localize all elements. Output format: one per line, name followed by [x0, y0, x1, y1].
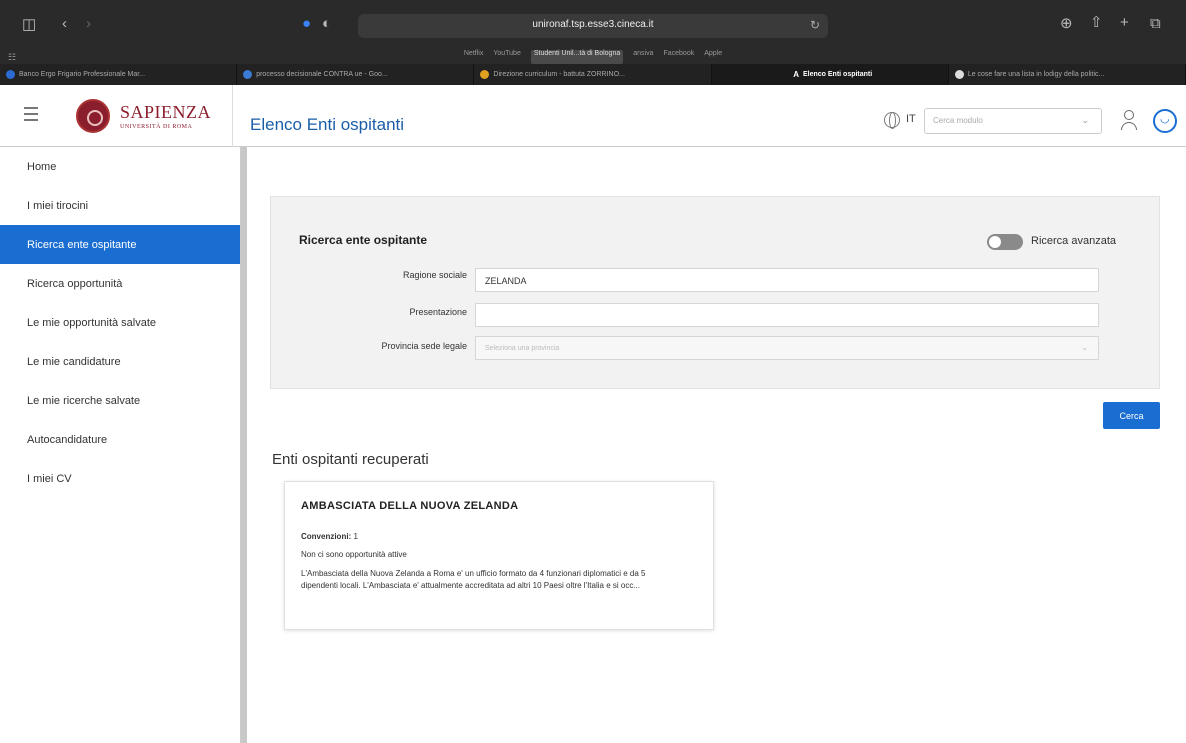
browser-chrome: ◫ ‹ › ● ◐ unironaf.tsp.esse3.cineca.it ↻… [0, 0, 1186, 85]
sidebar-item-ricerca-ente[interactable]: Ricerca ente ospitante [0, 225, 240, 264]
globe-icon[interactable] [884, 112, 900, 129]
result-card-convenzioni: Convenzioni: 1 [301, 532, 358, 541]
tab-label: Direzione curriculum - battuta ZORRINO..… [493, 71, 625, 78]
address-bar[interactable]: unironaf.tsp.esse3.cineca.it ↻ [358, 14, 828, 38]
sapienza-logo[interactable]: SAPIENZA UNIVERSITÀ DI ROMA [76, 99, 226, 135]
back-icon[interactable]: ‹ [62, 16, 67, 31]
search-panel: Ricerca ente ospitante Ricerca avanzata … [270, 196, 1160, 389]
bookmark-item[interactable]: Netflix [464, 50, 483, 64]
forward-icon[interactable]: › [86, 16, 91, 31]
ragione-sociale-value: ZELANDA [485, 276, 527, 286]
tab-favicon [954, 70, 964, 79]
tab-favicon [480, 70, 490, 79]
sidebar-item-candidature[interactable]: Le mie candidature [0, 342, 240, 381]
browser-tab[interactable]: Banco Ergo Frigario Professionale Mar... [0, 64, 238, 85]
provincia-select[interactable]: Seleziona una provincia ⌄ [475, 336, 1099, 360]
tabs-overview-icon[interactable]: ⧉ [1150, 16, 1161, 31]
tab-favicon [6, 70, 15, 79]
advanced-search-label: Ricerca avanzata [1031, 235, 1116, 247]
sidebar-toggle-icon[interactable]: ◫ [22, 17, 36, 32]
shield-icon[interactable]: ● [302, 16, 311, 31]
bookmark-item[interactable]: YouTube [493, 50, 521, 64]
ragione-sociale-label: Ragione sociale [402, 270, 467, 280]
logo-subtitle: UNIVERSITÀ DI ROMA [120, 124, 193, 130]
search-panel-title: Ricerca ente ospitante [299, 233, 428, 247]
tab-favicon [243, 70, 253, 79]
browser-tab[interactable]: Le cose fare una lista in lodigy della p… [949, 64, 1186, 85]
provincia-label: Provincia sede legale [381, 341, 467, 351]
page-title: Elenco Enti ospitanti [250, 115, 405, 134]
bookmark-item[interactable]: Studenti Unil...tà di Bologna [530, 50, 624, 64]
hamburger-menu-icon[interactable] [24, 107, 38, 121]
new-tab-icon[interactable]: + [1120, 15, 1129, 30]
sidebar-item-ricerca-opportunita[interactable]: Ricerca opportunità [0, 264, 240, 303]
result-card-title[interactable]: AMBASCIATA DELLA NUOVA ZELANDA [301, 500, 518, 512]
reader-icon[interactable]: ◐ [322, 16, 331, 31]
tab-favicon: A [793, 70, 799, 79]
user-icon[interactable] [1120, 110, 1138, 132]
sidebar-nav: Home I miei tirocini Ricerca ente ospita… [0, 147, 241, 743]
result-card-opportunities: Non ci sono opportunità attive [301, 550, 407, 559]
sidebar-item-autocandidature[interactable]: Autocandidature [0, 420, 240, 459]
logo-name: SAPIENZA [120, 102, 212, 122]
chevron-down-icon: ⌄ [1081, 343, 1088, 352]
sidebar-item-miei-cv[interactable]: I miei CV [0, 459, 240, 498]
advanced-search-toggle[interactable] [987, 234, 1023, 250]
reload-icon[interactable]: ↻ [810, 18, 820, 32]
tab-label: processo decisionale CONTRA ue - Goo... [256, 71, 388, 78]
language-selector[interactable]: IT [906, 113, 916, 125]
sidebar-item-home[interactable]: Home [0, 147, 240, 186]
results-heading: Enti ospitanti recuperati [272, 451, 429, 468]
tab-label: Le cose fare una lista in lodigy della p… [967, 71, 1105, 78]
browser-tab[interactable]: processo decisionale CONTRA ue - Goo... [237, 64, 475, 85]
download-icon[interactable]: ⊕ [1060, 16, 1073, 31]
bookmark-item[interactable]: Facebook [663, 50, 694, 64]
app-header: SAPIENZA UNIVERSITÀ DI ROMA Elenco Enti … [0, 85, 1186, 147]
university-seal-icon [76, 99, 110, 133]
presentazione-input[interactable] [475, 303, 1099, 327]
chevron-down-icon: ⌄ [1081, 115, 1089, 125]
sidebar-item-miei-tirocini[interactable]: I miei tirocini [0, 186, 240, 225]
convenzioni-value: 1 [353, 532, 358, 541]
bookmark-item[interactable]: ansiva [633, 50, 653, 64]
result-card[interactable]: AMBASCIATA DELLA NUOVA ZELANDA Convenzio… [284, 481, 714, 630]
convenzioni-label: Convenzioni: [301, 532, 352, 541]
module-search-select[interactable]: Cerca modulo ⌄ [924, 108, 1102, 134]
provincia-placeholder: Seleziona una provincia [485, 345, 560, 352]
ragione-sociale-input[interactable]: ZELANDA [475, 268, 1099, 292]
tab-label: Elenco Enti ospitanti [802, 71, 873, 78]
header-divider [232, 85, 233, 147]
presentazione-label: Presentazione [409, 307, 467, 317]
browser-toolbar: ◫ ‹ › ● ◐ unironaf.tsp.esse3.cineca.it ↻… [0, 0, 1186, 48]
sidebar-item-opportunita-salvate[interactable]: Le mie opportunità salvate [0, 303, 240, 342]
tab-label: Banco Ergo Frigario Professionale Mar... [19, 71, 146, 78]
sidebar-resize-handle[interactable] [241, 147, 247, 743]
notifications-icon[interactable] [1153, 109, 1177, 133]
sidebar-item-ricerche-salvate[interactable]: Le mie ricerche salvate [0, 381, 240, 420]
browser-tab-active[interactable]: A Elenco Enti ospitanti [711, 64, 949, 85]
module-search-placeholder: Cerca modulo [933, 116, 983, 125]
browser-tab[interactable]: Direzione curriculum - battuta ZORRINO..… [474, 64, 712, 85]
result-card-description: L'Ambasciata della Nuova Zelanda a Roma … [301, 569, 646, 590]
tab-strip: Banco Ergo Frigario Professionale Mar...… [0, 64, 1186, 85]
search-button[interactable]: Cerca [1103, 402, 1160, 429]
bookmarks-bar: Netflix YouTube Studenti Unil...tà di Bo… [0, 50, 1186, 64]
url-text: unironaf.tsp.esse3.cineca.it [532, 19, 654, 30]
bookmark-item[interactable]: Apple [704, 50, 722, 64]
share-icon[interactable]: ⇧ [1090, 15, 1103, 30]
